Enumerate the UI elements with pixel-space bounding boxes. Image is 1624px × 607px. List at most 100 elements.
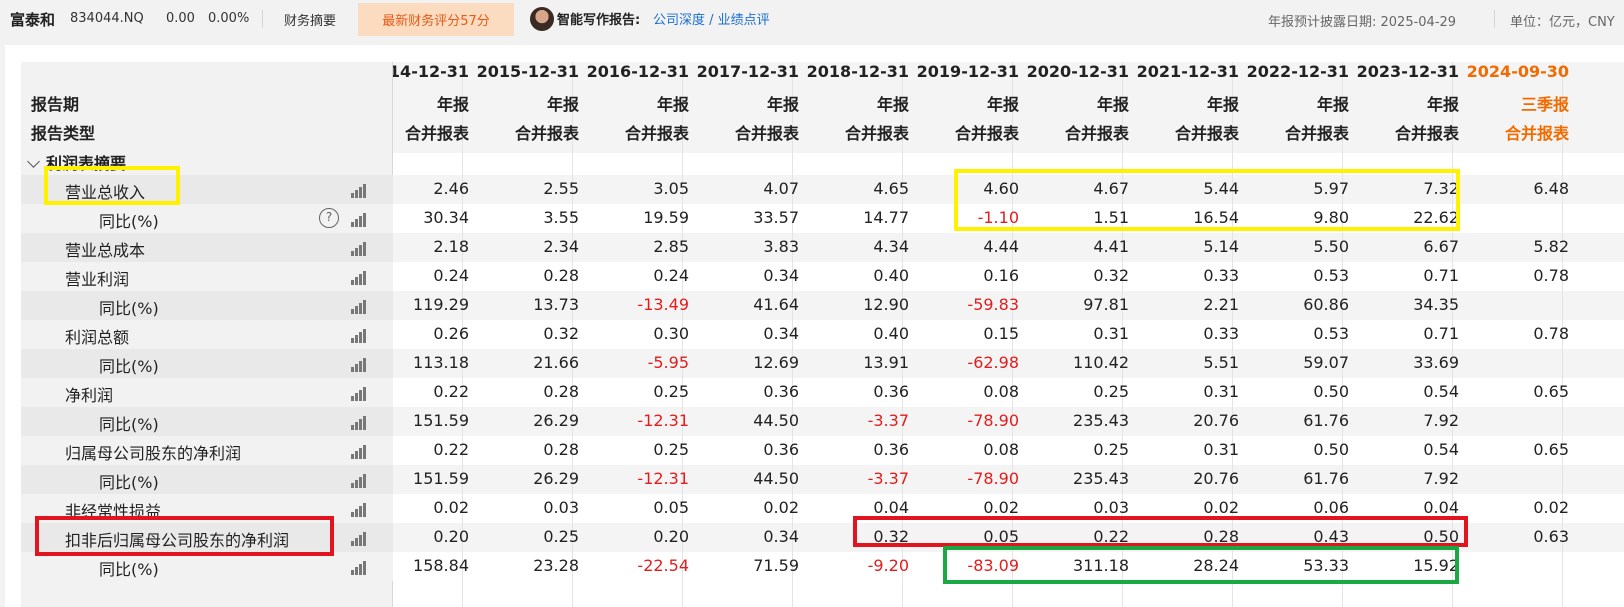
table-cell: 151.59 <box>413 469 469 488</box>
table-cell: 0.22 <box>1093 527 1129 546</box>
financial-summary-tab[interactable]: 财务摘要 <box>284 10 336 29</box>
table-cell: 0.30 <box>653 324 689 343</box>
table-cell: 0.36 <box>873 382 909 401</box>
table-cell: 12.90 <box>863 295 909 314</box>
table-cell: 15.92 <box>1413 556 1459 575</box>
table-cell: 0.20 <box>653 527 689 546</box>
table-cell: 0.54 <box>1423 382 1459 401</box>
table-cell: 0.53 <box>1313 324 1349 343</box>
table-cell: 13.91 <box>863 353 909 372</box>
table-cell: 0.33 <box>1203 266 1239 285</box>
bar-chart-icon[interactable] <box>351 271 367 285</box>
table-cell: 16.54 <box>1193 208 1239 227</box>
table-cell: 26.29 <box>533 469 579 488</box>
help-icon[interactable]: ? <box>319 208 339 228</box>
bar-chart-icon[interactable] <box>351 445 367 459</box>
table-cell: 0.28 <box>543 382 579 401</box>
table-cell: 23.28 <box>533 556 579 575</box>
column-report-type: 合并报表 <box>1284 124 1349 143</box>
bar-chart-icon[interactable] <box>351 416 367 430</box>
column-date: 2022-12-31 <box>1246 62 1349 81</box>
table-cell: 6.48 <box>1533 179 1569 198</box>
bar-chart-icon[interactable] <box>351 213 367 227</box>
table-cell: 30.34 <box>423 208 469 227</box>
table-cell: 3.83 <box>763 237 799 256</box>
column-report-type: 合并报表 <box>404 124 469 143</box>
table-cell: 0.78 <box>1533 266 1569 285</box>
bar-chart-icon[interactable] <box>351 503 367 517</box>
bar-chart-icon[interactable] <box>351 358 367 372</box>
column-period: 年报 <box>656 95 689 114</box>
table-cell: 44.50 <box>753 411 799 430</box>
column-report-type: 合并报表 <box>1504 124 1569 143</box>
financial-score-button[interactable]: 最新财务评分57分 <box>358 3 514 36</box>
table-cell: 0.28 <box>1203 527 1239 546</box>
bar-chart-icon[interactable] <box>351 474 367 488</box>
bar-chart-icon[interactable] <box>351 561 367 575</box>
table-cell: 0.03 <box>543 498 579 517</box>
table-cell: 19.59 <box>643 208 689 227</box>
table-cell: 0.31 <box>1203 382 1239 401</box>
ai-report-links[interactable]: 公司深度 / 业绩点评 <box>653 9 770 28</box>
table-cell: 0.03 <box>1093 498 1129 517</box>
row-label: 净利润 <box>65 386 114 405</box>
table-cell: 7.32 <box>1423 179 1459 198</box>
report-type-label: 报告类型 <box>31 124 96 143</box>
bar-chart-icon[interactable] <box>351 242 367 256</box>
row-label: 利润总额 <box>65 328 130 347</box>
column-report-type: 合并报表 <box>514 124 579 143</box>
table-cell: 0.25 <box>1093 440 1129 459</box>
table-cell: 5.82 <box>1533 237 1569 256</box>
table-cell: 0.02 <box>1203 498 1239 517</box>
bar-chart-icon[interactable] <box>351 387 367 401</box>
table-cell: 0.43 <box>1313 527 1349 546</box>
financial-summary-table: 2014-12-31 年报 合并报表 2015-12-31 年报 合并报表 2016-12-… <box>21 62 1624 607</box>
table-cell: -62.98 <box>967 353 1019 372</box>
section-title-text: 利润表摘要 <box>46 154 127 173</box>
table-cell: 0.08 <box>983 440 1019 459</box>
section-title-income-summary[interactable]: 利润表摘要 <box>27 150 127 174</box>
table-cell: 151.59 <box>413 411 469 430</box>
column-report-type: 合并报表 <box>624 124 689 143</box>
column-period: 年报 <box>436 95 469 114</box>
bar-chart-icon[interactable] <box>351 184 367 198</box>
bar-chart-icon[interactable] <box>351 532 367 546</box>
table-cell: 2.55 <box>543 179 579 198</box>
column-date: 2023-12-31 <box>1356 62 1459 81</box>
table-cell: 0.65 <box>1533 440 1569 459</box>
column-date: 2016-12-31 <box>586 62 689 81</box>
column-report-type: 合并报表 <box>954 124 1019 143</box>
annual-report-disclose-date: 年报预计披露日期: 2025-04-29 <box>1268 15 1457 30</box>
table-cell: 2.46 <box>433 179 469 198</box>
top-bar: 富泰和 834044.NQ 0.00 0.00% 财务摘要 最新财务评分57分 … <box>0 0 1624 38</box>
table-cell: 7.92 <box>1423 469 1459 488</box>
column-period: 年报 <box>876 95 909 114</box>
table-cell: 4.60 <box>983 179 1019 198</box>
table-cell: 5.97 <box>1313 179 1349 198</box>
table-cell: 22.62 <box>1413 208 1459 227</box>
table-cell: 158.84 <box>413 556 469 575</box>
column-date: 2017-12-31 <box>696 62 799 81</box>
table-cell: -9.20 <box>867 556 909 575</box>
table-cell: 0.16 <box>983 266 1019 285</box>
chevron-down-icon[interactable] <box>27 155 40 168</box>
divider <box>262 10 263 28</box>
bar-chart-icon[interactable] <box>351 329 367 343</box>
table-cell: 0.04 <box>1423 498 1459 517</box>
table-cell: 0.50 <box>1313 440 1349 459</box>
bar-chart-icon[interactable] <box>351 300 367 314</box>
table-cell: 61.76 <box>1303 411 1349 430</box>
table-cell: 2.34 <box>543 237 579 256</box>
table-cell: -22.54 <box>637 556 689 575</box>
column-report-type: 合并报表 <box>1174 124 1239 143</box>
table-cell: 5.50 <box>1313 237 1349 256</box>
table-cell: 0.32 <box>543 324 579 343</box>
label-row <box>21 552 393 581</box>
table-cell: -59.83 <box>967 295 1019 314</box>
table-cell: 235.43 <box>1073 411 1129 430</box>
table-cell: 0.22 <box>433 440 469 459</box>
column-period: 年报 <box>1316 95 1349 114</box>
table-cell: -5.95 <box>647 353 689 372</box>
row-label: 同比(%) <box>99 212 159 231</box>
label-row <box>21 291 393 320</box>
